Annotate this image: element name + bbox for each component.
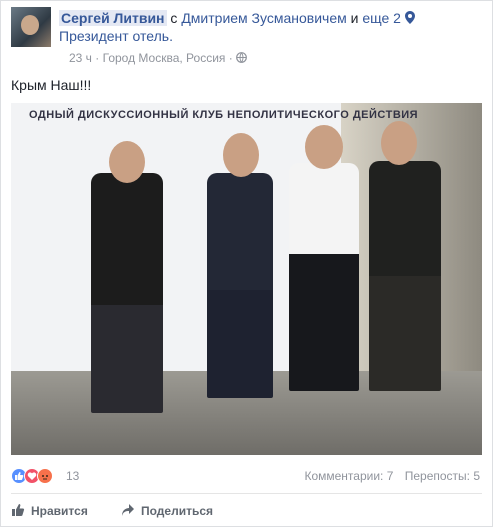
share-label: Поделиться	[141, 504, 214, 518]
location-link[interactable]: Президент отель.	[59, 28, 173, 44]
person-4-head	[381, 121, 417, 165]
person-2	[207, 173, 273, 398]
comments-count-link[interactable]: Комментарии: 7	[304, 469, 393, 483]
actions-divider	[11, 493, 482, 494]
share-arrow-icon	[122, 504, 134, 516]
location-pin-icon	[404, 10, 415, 24]
post-stats: Комментарии: 7 Перепосты: 5	[296, 469, 480, 483]
post-meta: 23 ч · Город Москва, Россия ·	[69, 51, 247, 65]
post-photo[interactable]: ОДНЫЙ ДИСКУССИОННЫЙ КЛУБ НЕПОЛИТИЧЕСКОГО…	[11, 103, 482, 455]
like-button[interactable]: Нравится	[11, 501, 88, 521]
share-button[interactable]: Поделиться	[121, 501, 213, 521]
post-actions: Нравится Поделиться	[11, 501, 482, 523]
avatar[interactable]	[11, 7, 51, 47]
post-place[interactable]: Город Москва, Россия	[103, 51, 226, 65]
tagged-person-link[interactable]: Дмитрием Зусмановичем	[181, 10, 346, 26]
person-1	[91, 173, 163, 413]
post-text: Крым Наш!!!	[11, 77, 92, 93]
person-1-head	[109, 141, 145, 183]
reactions-count: 13	[66, 469, 80, 483]
shares-count-link[interactable]: Перепосты: 5	[405, 469, 480, 483]
post-title-line: Сергей Литвин с Дмитрием Зусмановичем и …	[59, 9, 479, 45]
thumbs-up-icon	[12, 504, 25, 516]
post-time[interactable]: 23 ч	[69, 51, 92, 65]
banner-title: ОДНЫЙ ДИСКУССИОННЫЙ КЛУБ НЕПОЛИТИЧЕСКОГО…	[29, 109, 419, 121]
with-text: с	[170, 10, 178, 26]
post-card: Сергей Литвин с Дмитрием Зусмановичем и …	[0, 0, 493, 527]
post-header: Сергей Литвин с Дмитрием Зусмановичем и …	[11, 7, 486, 67]
person-3	[289, 163, 359, 391]
meta-separator-2: ·	[228, 51, 233, 65]
person-2-head	[223, 133, 259, 177]
person-4	[369, 161, 441, 391]
like-label: Нравится	[31, 504, 88, 518]
author-link[interactable]: Сергей Литвин	[59, 10, 167, 26]
and-text: и	[350, 10, 359, 26]
globe-icon[interactable]	[236, 52, 247, 63]
person-3-head	[305, 125, 343, 169]
meta-separator: ·	[95, 51, 100, 65]
others-link[interactable]: еще 2	[362, 10, 401, 26]
angry-reaction-icon	[37, 468, 53, 484]
